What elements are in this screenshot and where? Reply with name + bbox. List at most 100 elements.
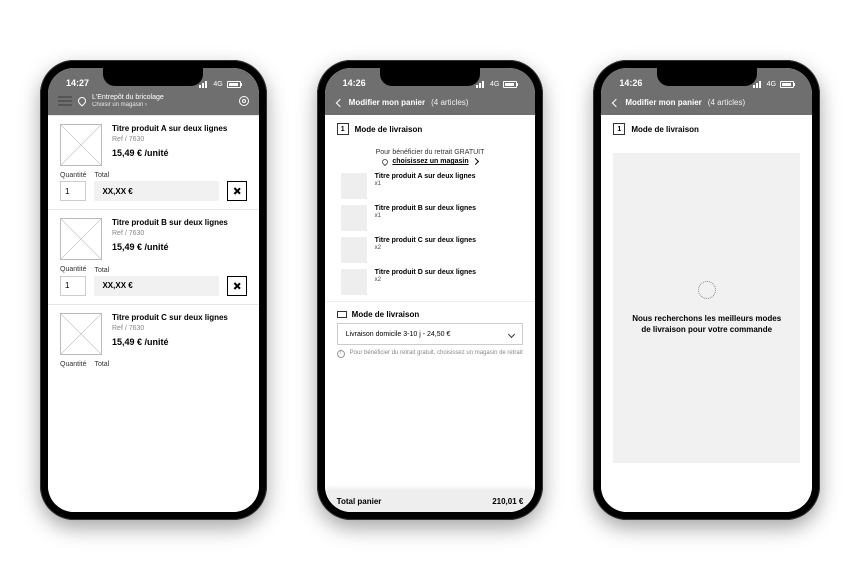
remove-button[interactable] [227, 181, 247, 201]
store-name: L'Entrepôt du bricolage [92, 94, 233, 102]
page-header: Modifier mon panier (4 articles) [601, 90, 812, 115]
phone-2: 14:26 4G Modifier mon panier (4 articles… [317, 60, 544, 520]
product-title: Titre produit A sur deux lignes [112, 124, 227, 133]
page-header: Modifier mon panier (4 articles) [325, 90, 536, 115]
product-title: Titre produit B sur deux lignes [112, 218, 228, 227]
step-number: 1 [613, 123, 625, 135]
chevron-down-icon [508, 330, 515, 337]
summary-title: Titre produit D sur deux lignes [375, 269, 476, 276]
thumb-placeholder [341, 237, 367, 263]
checkout-content: 1 Mode de livraison Pour bénéficier du r… [325, 115, 536, 512]
product-title: Titre produit C sur deux lignes [112, 313, 228, 322]
store-selector[interactable]: L'Entrepôt du bricolage Choisir un magas… [92, 94, 233, 109]
battery-icon [780, 81, 794, 88]
loading-text: Nous recherchons les meilleurs modes de … [631, 313, 782, 335]
cart-item: Titre produit B sur deux lignes Ref / 76… [48, 209, 259, 304]
spinner-icon [698, 281, 716, 299]
qty-label: Quantité [60, 266, 86, 273]
network-label: 4G [213, 81, 222, 88]
qty-input[interactable] [60, 181, 86, 201]
back-icon[interactable] [612, 98, 620, 106]
pin-icon [381, 157, 389, 165]
info-icon [337, 350, 345, 358]
thumb-placeholder [341, 205, 367, 231]
total-label: Total panier [337, 497, 382, 506]
total-label: Total [94, 267, 218, 274]
thumb-placeholder [341, 173, 367, 199]
status-bar: 14:26 4G [325, 68, 536, 90]
select-value: Livraison domicile 3-10 j - 24,50 € [346, 331, 451, 338]
qty-label: Quantité [60, 361, 86, 368]
pickup-hint: Pour bénéficier du retrait gratuit, choi… [325, 345, 536, 363]
free-pickup-hint: Pour bénéficier du retrait GRATUIT [325, 143, 536, 158]
product-ref: Ref / 7630 [112, 136, 227, 143]
product-price: 15,49 € /unité [112, 242, 228, 252]
screen: 14:26 4G Modifier mon panier (4 articles… [325, 68, 536, 512]
summary-qty: x2 [375, 245, 476, 251]
cart-item: Titre produit C sur deux lignes Ref / 76… [48, 304, 259, 370]
status-right: 4G [199, 81, 240, 88]
cart-item: Titre produit A sur deux lignes Ref / 76… [48, 115, 259, 210]
loading-card: Nous recherchons les meilleurs modes de … [613, 153, 800, 463]
step-title: Mode de livraison [631, 125, 699, 134]
back-icon[interactable] [335, 98, 343, 106]
screen: 14:27 4G L'Entrepôt du bricolage Choisir… [48, 68, 259, 512]
article-count: (4 articles) [431, 98, 468, 107]
summary-item: Titre produit A sur deux lignes x1 [325, 173, 536, 205]
remove-button[interactable] [227, 276, 247, 296]
clock: 14:27 [66, 78, 89, 88]
summary-item: Titre produit D sur deux lignes x2 [325, 269, 536, 301]
clock: 14:26 [343, 78, 366, 88]
network-label: 4G [767, 81, 776, 88]
line-total: XX,XX € [94, 181, 218, 201]
summary-title: Titre produit A sur deux lignes [375, 173, 476, 180]
total-value: 210,01 € [492, 497, 523, 506]
product-ref: Ref / 7630 [112, 325, 228, 332]
product-ref: Ref / 7630 [112, 230, 228, 237]
product-image-placeholder [60, 124, 102, 166]
qty-input[interactable] [60, 276, 86, 296]
step-title: Mode de livraison [355, 125, 423, 134]
status-right: 4G [476, 81, 517, 88]
signal-icon [199, 81, 209, 88]
pin-icon [76, 96, 87, 107]
product-price: 15,49 € /unité [112, 337, 228, 347]
cart-total-bar: Total panier 210,01 € [325, 491, 536, 512]
qty-label: Quantité [60, 172, 86, 179]
thumb-placeholder [341, 269, 367, 295]
menu-icon[interactable] [58, 96, 72, 106]
product-image-placeholder [60, 218, 102, 260]
status-right: 4G [753, 81, 794, 88]
product-price: 15,49 € /unité [112, 148, 227, 158]
step-header: 1 Mode de livraison [325, 115, 536, 143]
summary-qty: x2 [375, 277, 476, 283]
store-sub: Choisir un magasin › [92, 102, 233, 109]
store-header: L'Entrepôt du bricolage Choisir un magas… [48, 90, 259, 115]
close-icon [233, 282, 241, 290]
step-number: 1 [337, 123, 349, 135]
delivery-mode-header: Mode de livraison [325, 301, 536, 323]
gear-icon[interactable] [239, 96, 249, 106]
battery-icon [503, 81, 517, 88]
delivery-mode-label: Mode de livraison [352, 310, 420, 319]
article-count: (4 articles) [708, 98, 745, 107]
delivery-select[interactable]: Livraison domicile 3-10 j - 24,50 € [337, 323, 524, 345]
page-title: Modifier mon panier [625, 98, 701, 107]
signal-icon [753, 81, 763, 88]
summary-qty: x1 [375, 181, 476, 187]
signal-icon [476, 81, 486, 88]
checkout-content: 1 Mode de livraison Nous recherchons les… [601, 115, 812, 512]
summary-title: Titre produit C sur deux lignes [375, 237, 476, 244]
choose-store-link[interactable]: choisissez un magasin [325, 158, 536, 173]
total-label: Total [94, 361, 246, 368]
page-title: Modifier mon panier [349, 98, 425, 107]
product-image-placeholder [60, 313, 102, 355]
status-bar: 14:26 4G [601, 68, 812, 90]
phone-3: 14:26 4G Modifier mon panier (4 articles… [593, 60, 820, 520]
close-icon [233, 187, 241, 195]
line-total: XX,XX € [94, 276, 218, 296]
cart-list: Titre produit A sur deux lignes Ref / 76… [48, 115, 259, 512]
summary-item: Titre produit C sur deux lignes x2 [325, 237, 536, 269]
summary-title: Titre produit B sur deux lignes [375, 205, 476, 212]
summary-item: Titre produit B sur deux lignes x1 [325, 205, 536, 237]
